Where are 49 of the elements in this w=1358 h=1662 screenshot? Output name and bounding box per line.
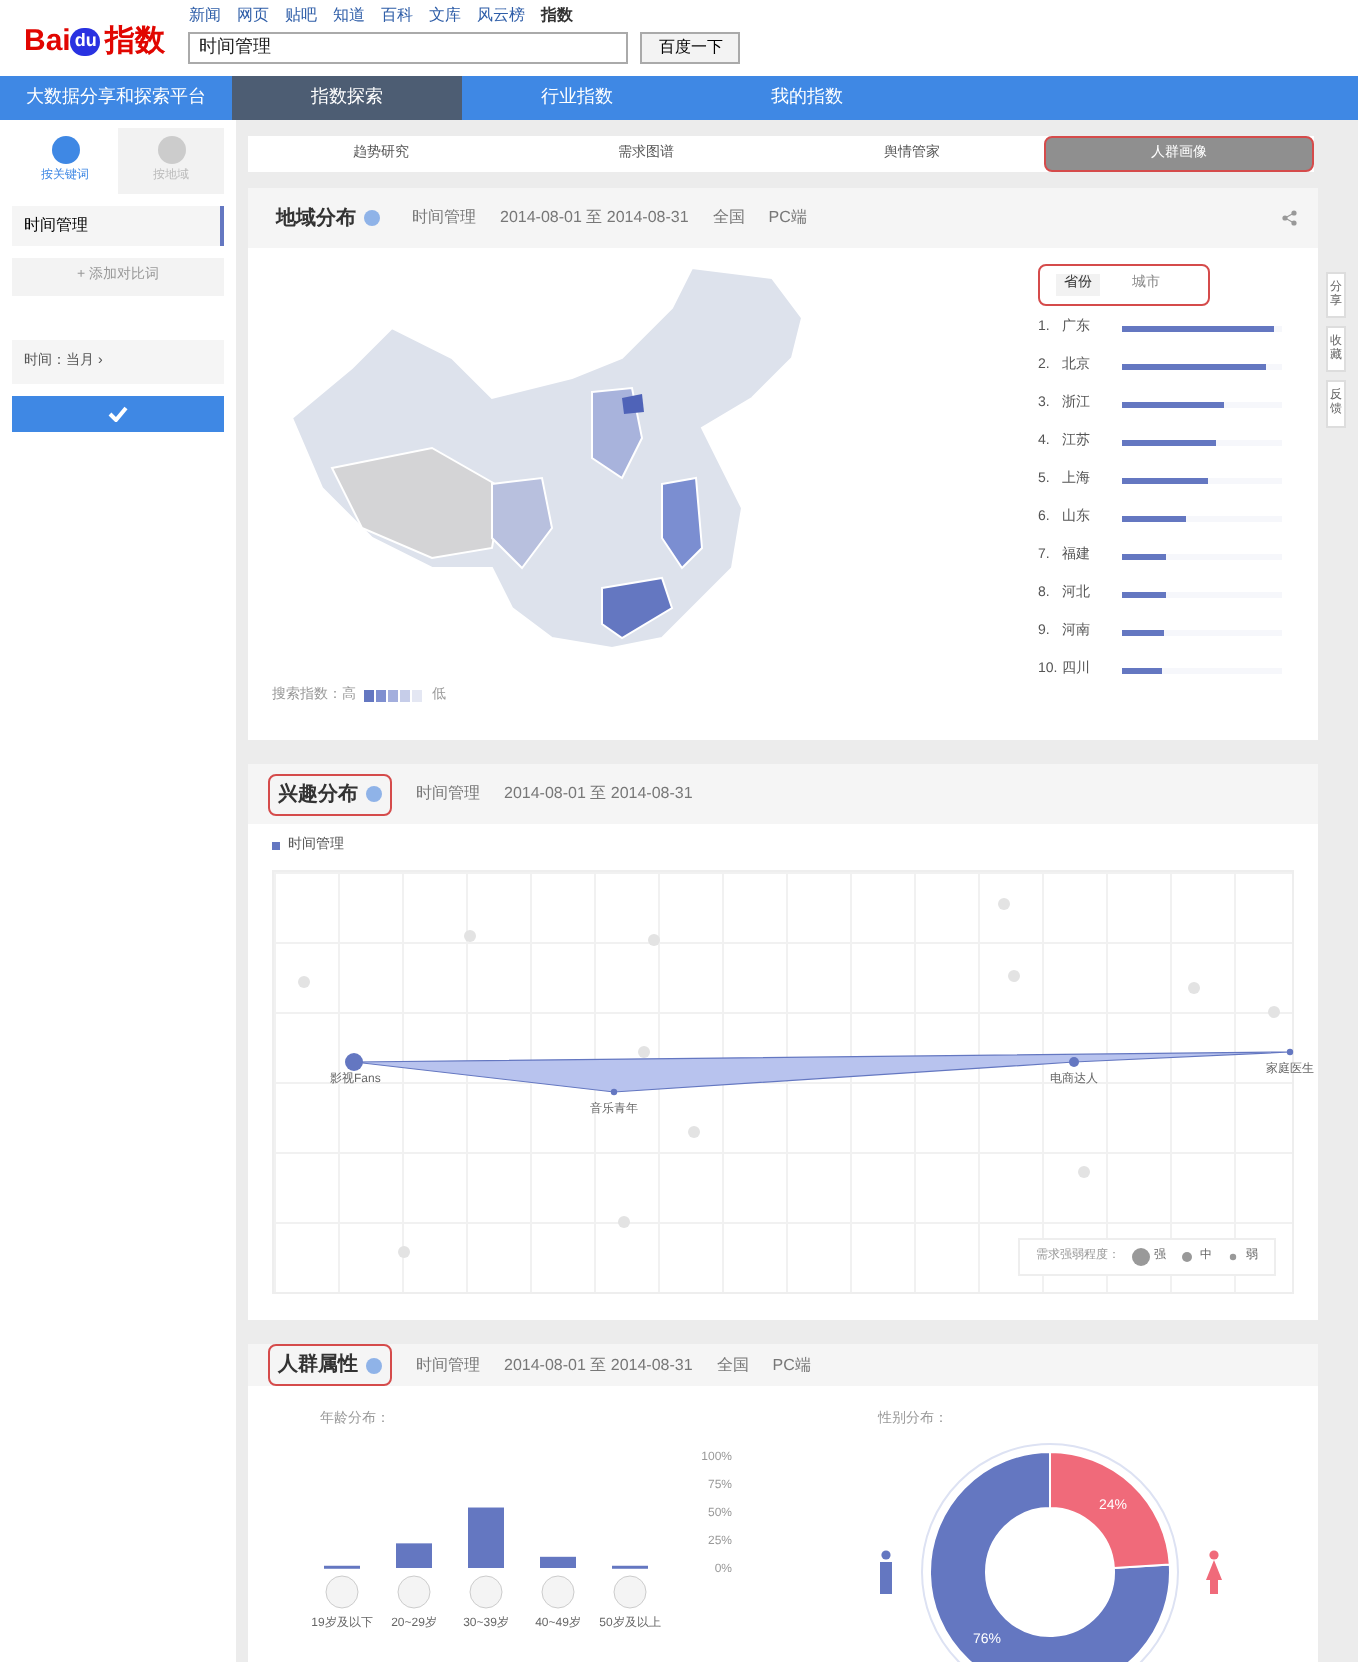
- platform-title: 大数据分享和探索平台: [24, 84, 208, 111]
- header-meta-text: PC端: [772, 1353, 811, 1377]
- age-bar: [396, 1542, 432, 1567]
- header-meta-text: 时间管理: [416, 782, 480, 806]
- nav-link[interactable]: 网页: [236, 4, 269, 28]
- search-button[interactable]: 百度一下: [640, 32, 741, 64]
- nav-link[interactable]: 风云榜: [476, 4, 525, 28]
- legend-swatch-icon: [272, 842, 280, 851]
- age-bar: [468, 1506, 504, 1567]
- dot-icon: [1178, 1247, 1196, 1265]
- nav-link[interactable]: 指数: [540, 4, 573, 28]
- female-icon: [1206, 1549, 1222, 1593]
- share-icon[interactable]: [1282, 210, 1298, 226]
- nav-link[interactable]: 百科: [380, 4, 413, 28]
- header-meta-text: 时间管理: [416, 1353, 480, 1377]
- nav-link[interactable]: 知道: [332, 4, 365, 28]
- nav-tab[interactable]: 行业指数: [462, 76, 692, 120]
- header-meta-text: 时间管理: [412, 206, 476, 230]
- dot-icon: [1132, 1247, 1150, 1265]
- logo[interactable]: Bai du 指数: [24, 19, 165, 64]
- keyword-item[interactable]: 时间管理: [12, 206, 224, 246]
- help-icon[interactable]: [364, 210, 380, 226]
- header-meta-text: 2014-08-01 至 2014-08-31: [500, 206, 689, 230]
- face-icon: [397, 1574, 431, 1608]
- check-icon: [108, 406, 128, 422]
- header-meta-text: 全国: [716, 1353, 749, 1377]
- confirm-button[interactable]: [12, 396, 224, 432]
- face-icon: [469, 1574, 503, 1608]
- help-icon[interactable]: [366, 786, 382, 802]
- search-field[interactable]: 时间管理: [188, 32, 629, 64]
- nav-tab[interactable]: 指数探索: [232, 76, 462, 120]
- header-meta-text: 全国: [712, 206, 745, 230]
- color-scale-icon: [364, 690, 424, 703]
- nav-link[interactable]: 文库: [428, 4, 461, 28]
- face-icon: [613, 1574, 647, 1608]
- nav-tab[interactable]: 我的指数: [692, 76, 922, 120]
- help-icon[interactable]: [366, 1357, 382, 1373]
- male-icon: [878, 1549, 894, 1593]
- header-meta-text: 2014-08-01 至 2014-08-31: [504, 1353, 693, 1377]
- section-title: 人群属性: [278, 1351, 358, 1380]
- nav-link[interactable]: 新闻: [188, 4, 221, 28]
- face-icon: [325, 1574, 359, 1608]
- face-icon: [541, 1574, 575, 1608]
- section-title: 地域分布: [276, 205, 356, 233]
- nav-link[interactable]: 贴吧: [284, 4, 317, 28]
- header-meta-text: PC端: [768, 206, 807, 230]
- section-title: 兴趣分布: [278, 781, 358, 809]
- header-meta-text: 2014-08-01 至 2014-08-31: [504, 782, 693, 806]
- age-bar: [540, 1555, 576, 1567]
